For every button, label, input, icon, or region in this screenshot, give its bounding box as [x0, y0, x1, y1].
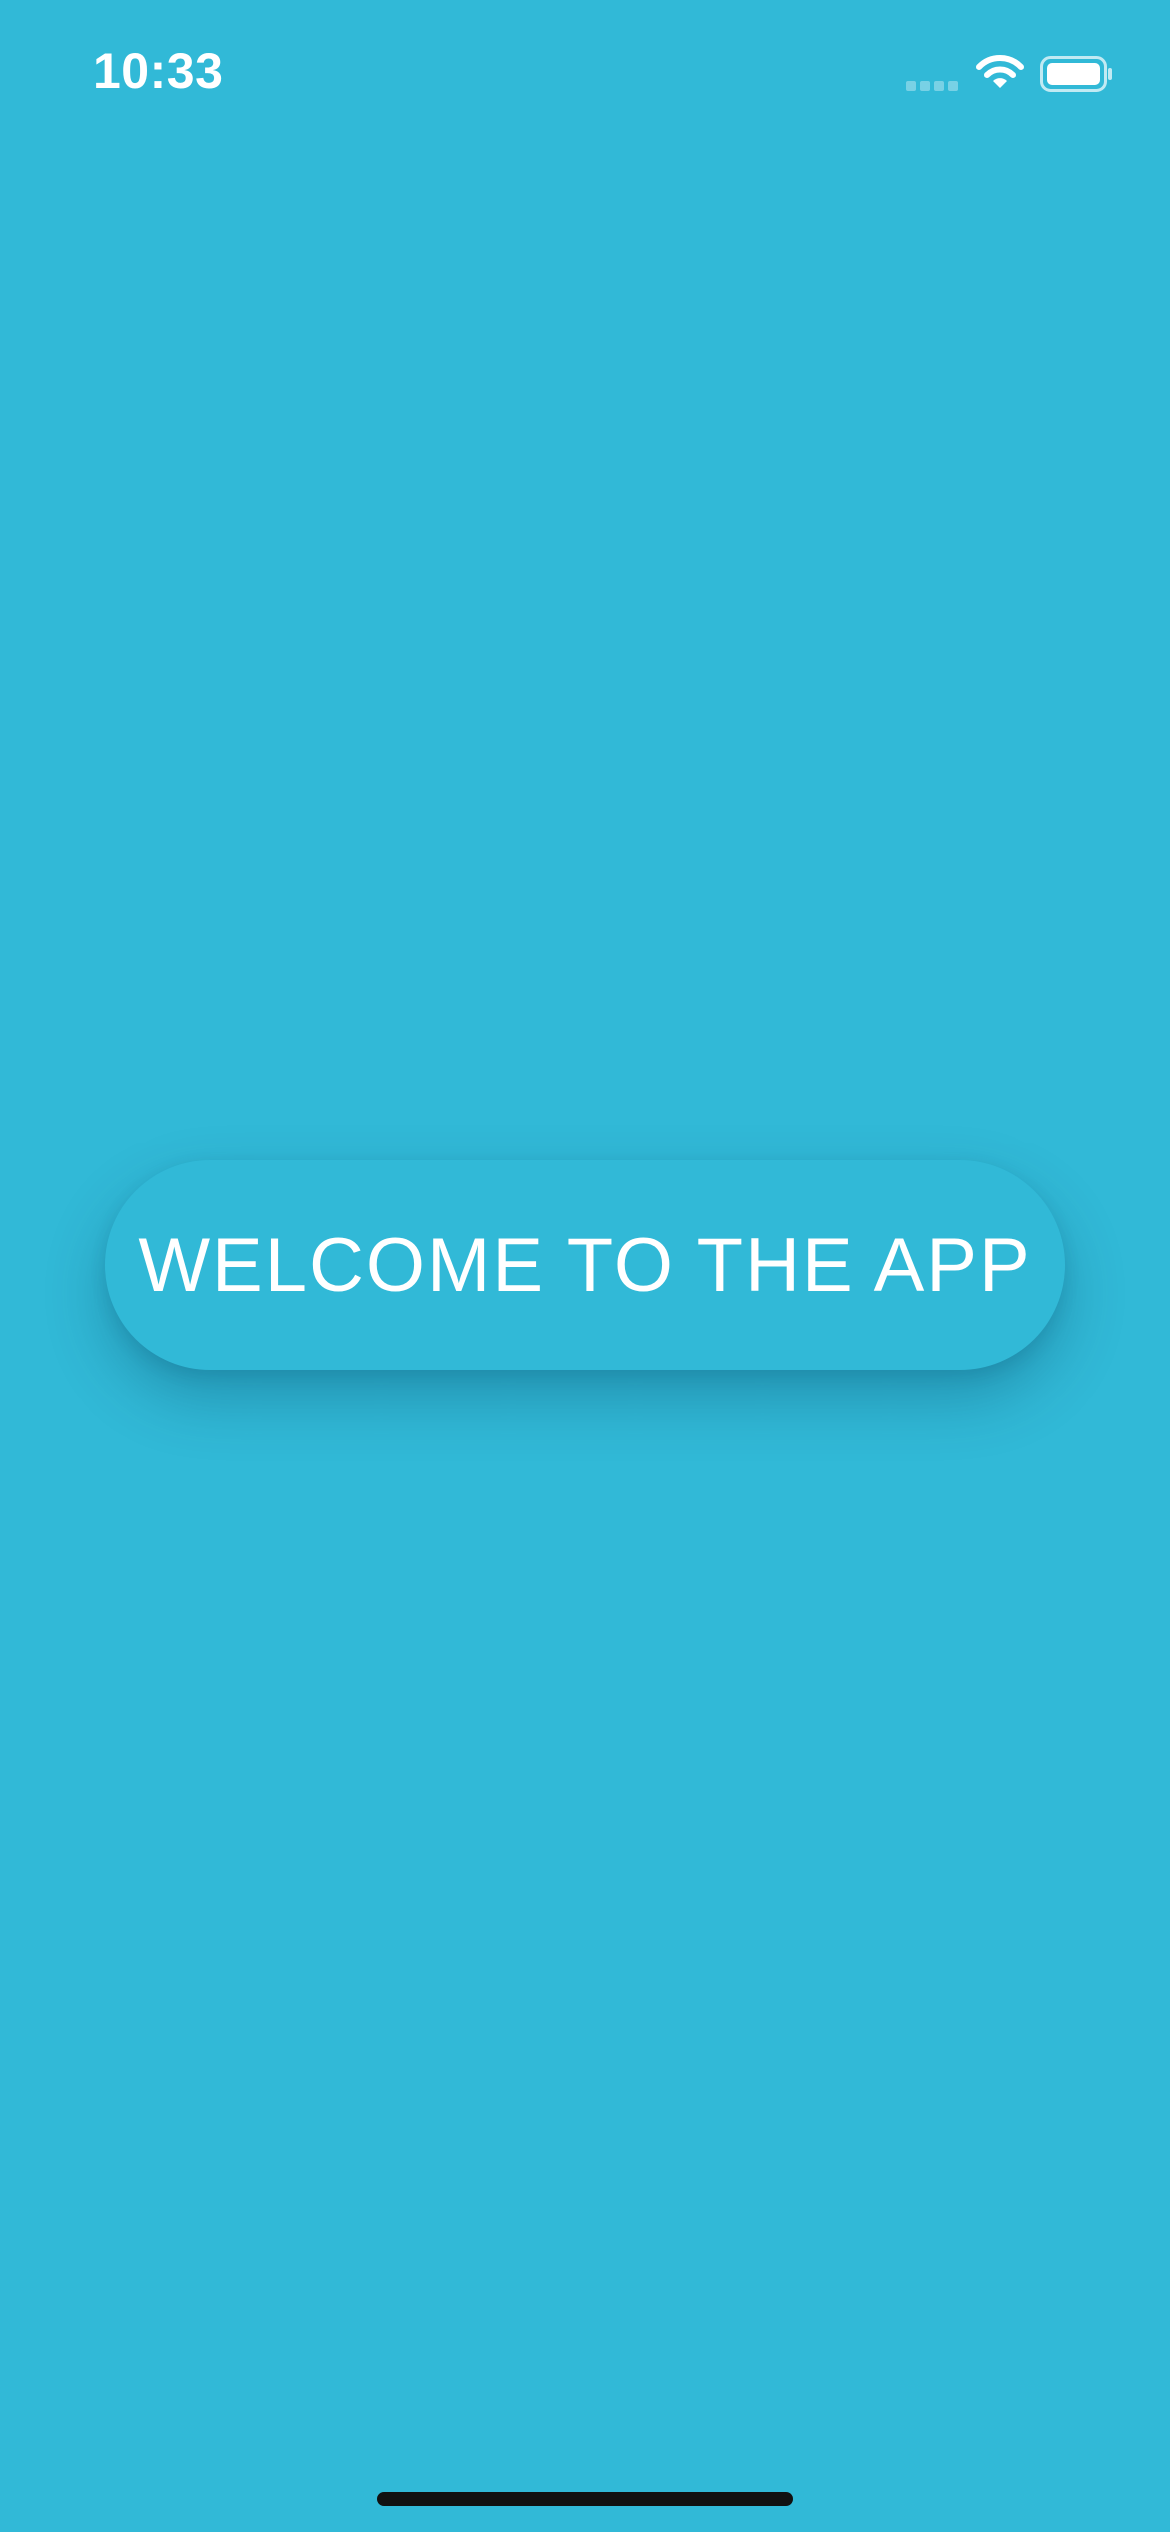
battery-icon [1040, 56, 1112, 92]
status-bar: 10:33 [0, 0, 1170, 150]
cellular-signal-icon [906, 81, 958, 91]
status-time: 10:33 [93, 43, 224, 99]
welcome-button-label: WELCOME TO THE APP [138, 1222, 1032, 1308]
welcome-button[interactable]: WELCOME TO THE APP [105, 1160, 1065, 1370]
home-indicator[interactable] [377, 2492, 793, 2506]
wifi-icon [976, 55, 1024, 88]
